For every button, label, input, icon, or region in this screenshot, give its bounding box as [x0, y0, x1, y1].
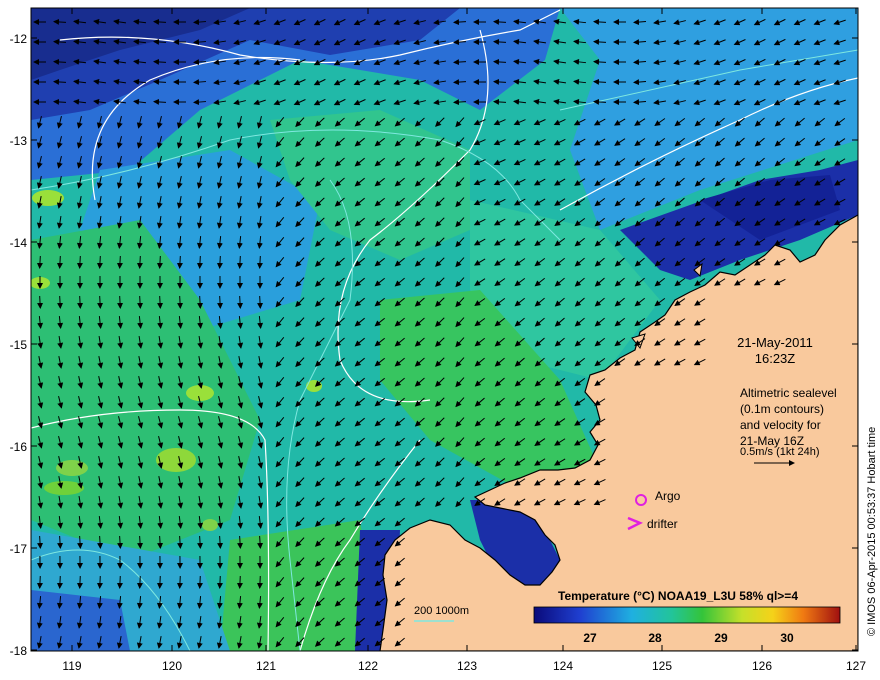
- velocity-arrow: [117, 295, 124, 309]
- x-tick-label: 122: [358, 659, 378, 673]
- velocity-arrow: [196, 255, 203, 269]
- y-tick-label: -13: [10, 134, 28, 148]
- velocity-arrow: [37, 295, 44, 309]
- date-label: 21-May-2011: [737, 335, 813, 350]
- info-line: 0.5m/s (1kt 24h): [740, 446, 819, 458]
- velocity-arrow: [137, 295, 144, 309]
- y-tick-label: -15: [10, 338, 28, 352]
- isobath-label: 200 1000m: [414, 605, 469, 617]
- velocity-arrow: [237, 295, 244, 309]
- velocity-arrow: [197, 295, 204, 309]
- y-axis-labels: -12 -13 -14 -15 -16 -17 -18: [10, 32, 28, 658]
- x-tick-label: 126: [752, 659, 772, 673]
- velocity-arrow: [236, 255, 243, 269]
- velocity-arrow: [116, 575, 123, 589]
- velocity-arrow: [76, 575, 83, 589]
- velocity-arrow: [216, 575, 223, 589]
- colorbar-tick: 28: [648, 631, 662, 645]
- y-tick-label: -16: [10, 440, 28, 454]
- x-tick-label: 123: [457, 659, 477, 673]
- velocity-arrow: [116, 255, 123, 269]
- velocity-arrow: [96, 255, 103, 269]
- colorbar-tick: 30: [780, 631, 794, 645]
- velocity-arrow: [136, 575, 143, 589]
- velocity-arrow: [216, 255, 223, 269]
- velocity-arrow: [157, 295, 164, 309]
- x-axis-labels: 119 120 121 122 123 124 125 126 127: [62, 659, 866, 673]
- y-tick-label: -14: [10, 236, 28, 250]
- velocity-arrow: [156, 255, 163, 269]
- velocity-arrow: [257, 295, 264, 309]
- time-label: 16:23Z: [755, 351, 796, 366]
- velocity-arrow: [176, 575, 183, 589]
- velocity-arrow: [156, 575, 163, 589]
- velocity-arrow: [136, 255, 143, 269]
- velocity-arrow: [256, 255, 263, 269]
- drifter-label: drifter: [647, 517, 678, 531]
- colorbar-title: Temperature (°C) NOAA19_L3U 58% ql>=4: [558, 589, 798, 603]
- velocity-arrow: [76, 255, 83, 269]
- velocity-arrow: [57, 295, 64, 309]
- velocity-arrow: [236, 575, 243, 589]
- velocity-arrow: [56, 255, 63, 269]
- x-tick-label: 127: [846, 659, 866, 673]
- velocity-arrow: [176, 255, 183, 269]
- x-tick-label: 120: [162, 659, 182, 673]
- velocity-arrow: [256, 575, 263, 589]
- velocity-arrow: [217, 295, 224, 309]
- velocity-arrow: [96, 575, 103, 589]
- colorbar-tick: 27: [583, 631, 597, 645]
- y-tick-label: -12: [10, 32, 28, 46]
- info-line: (0.1m contours): [740, 402, 824, 416]
- info-line: Altimetric sealevel: [740, 386, 837, 400]
- colorbar-tick: 29: [714, 631, 728, 645]
- velocity-arrow: [97, 295, 104, 309]
- credit-label: © IMOS 06-Apr-2015 00:53:37 Hobart time: [866, 427, 878, 636]
- velocity-arrow: [36, 255, 43, 269]
- y-tick-label: -17: [10, 542, 28, 556]
- x-tick-label: 119: [62, 659, 81, 673]
- sst-map: 119 120 121 122 123 124 125 126 127 -12 …: [10, 7, 878, 673]
- velocity-arrow: [36, 575, 43, 589]
- argo-label: Argo: [655, 489, 681, 503]
- velocity-arrow: [77, 295, 84, 309]
- velocity-arrow: [56, 575, 63, 589]
- velocity-arrow: [177, 295, 184, 309]
- x-tick-label: 124: [553, 659, 573, 673]
- x-tick-label: 121: [256, 659, 276, 673]
- info-line: and velocity for: [740, 418, 821, 432]
- velocity-arrow: [196, 575, 203, 589]
- y-tick-label: -18: [10, 644, 28, 658]
- x-tick-label: 125: [652, 659, 672, 673]
- colorbar-gradient: [533, 606, 841, 624]
